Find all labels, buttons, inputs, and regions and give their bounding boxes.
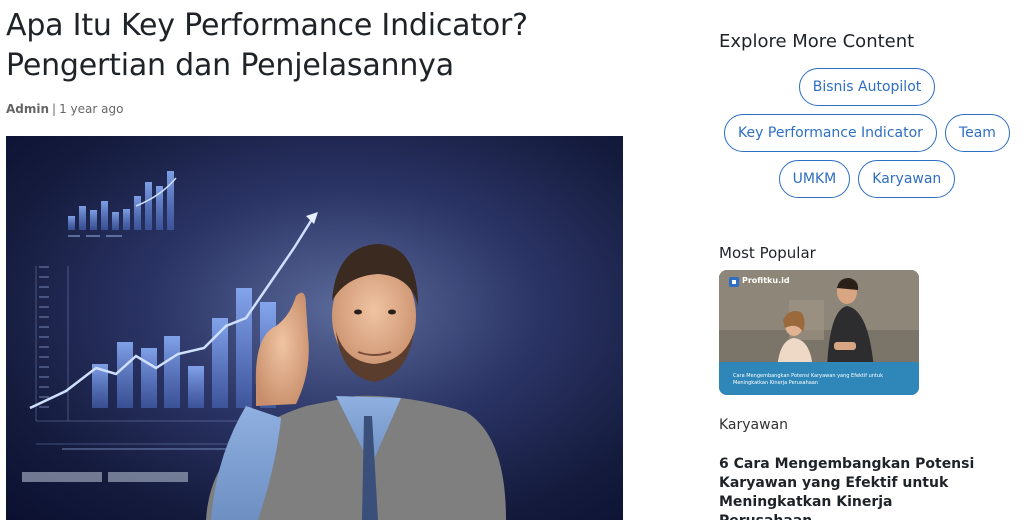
article-meta: Admin | 1 year ago bbox=[6, 102, 646, 116]
tag-umkm[interactable]: UMKM bbox=[778, 160, 851, 198]
article-main: Apa Itu Key Performance Indicator? Penge… bbox=[6, 0, 646, 116]
thumbnail-caption: Cara Mengembangkan Potensi Karyawan yang… bbox=[733, 373, 883, 386]
article-title: Apa Itu Key Performance Indicator? Penge… bbox=[6, 8, 528, 83]
thumbnail-brand: Profitku.id bbox=[742, 276, 790, 285]
meta-separator: | bbox=[52, 102, 57, 116]
tag-karyawan[interactable]: Karyawan bbox=[858, 160, 956, 198]
tag-team[interactable]: Team bbox=[944, 114, 1010, 152]
tag-key-performance-indicator[interactable]: Key Performance Indicator bbox=[724, 114, 937, 152]
sidebar: Explore More Content Bisnis Autopilot Ke… bbox=[719, 0, 1019, 520]
publish-time: 1 year ago bbox=[59, 102, 124, 116]
popular-article-thumbnail[interactable]: Profitku.id Cara Mengembangkan Potensi K… bbox=[719, 270, 919, 395]
tag-bisnis-autopilot[interactable]: Bisnis Autopilot bbox=[798, 68, 936, 106]
popular-article-category[interactable]: Karyawan bbox=[719, 417, 1019, 433]
tag-cloud: Bisnis Autopilot Key Performance Indicat… bbox=[719, 68, 1015, 198]
popular-heading: Most Popular bbox=[719, 244, 816, 262]
explore-heading: Explore More Content bbox=[719, 31, 915, 52]
hero-illustration bbox=[22, 171, 506, 520]
hero-image bbox=[6, 136, 623, 520]
popular-article-title[interactable]: 6 Cara Mengembangkan Potensi Karyawan ya… bbox=[719, 455, 979, 520]
author-name[interactable]: Admin bbox=[6, 102, 49, 116]
